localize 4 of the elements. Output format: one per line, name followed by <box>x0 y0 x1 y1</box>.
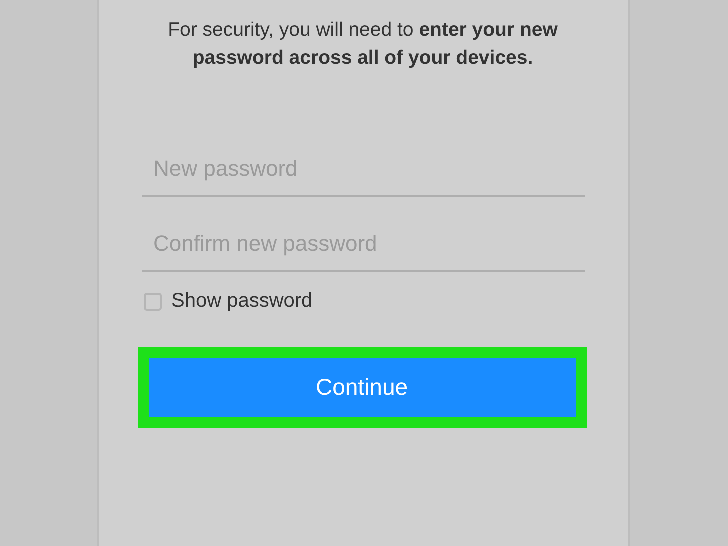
show-password-label: Show password <box>172 290 313 313</box>
show-password-checkbox[interactable] <box>144 292 162 310</box>
security-notice: For security, you will need to enter your new password across all of your devices. <box>167 18 559 71</box>
continue-button[interactable]: Continue <box>148 358 576 417</box>
